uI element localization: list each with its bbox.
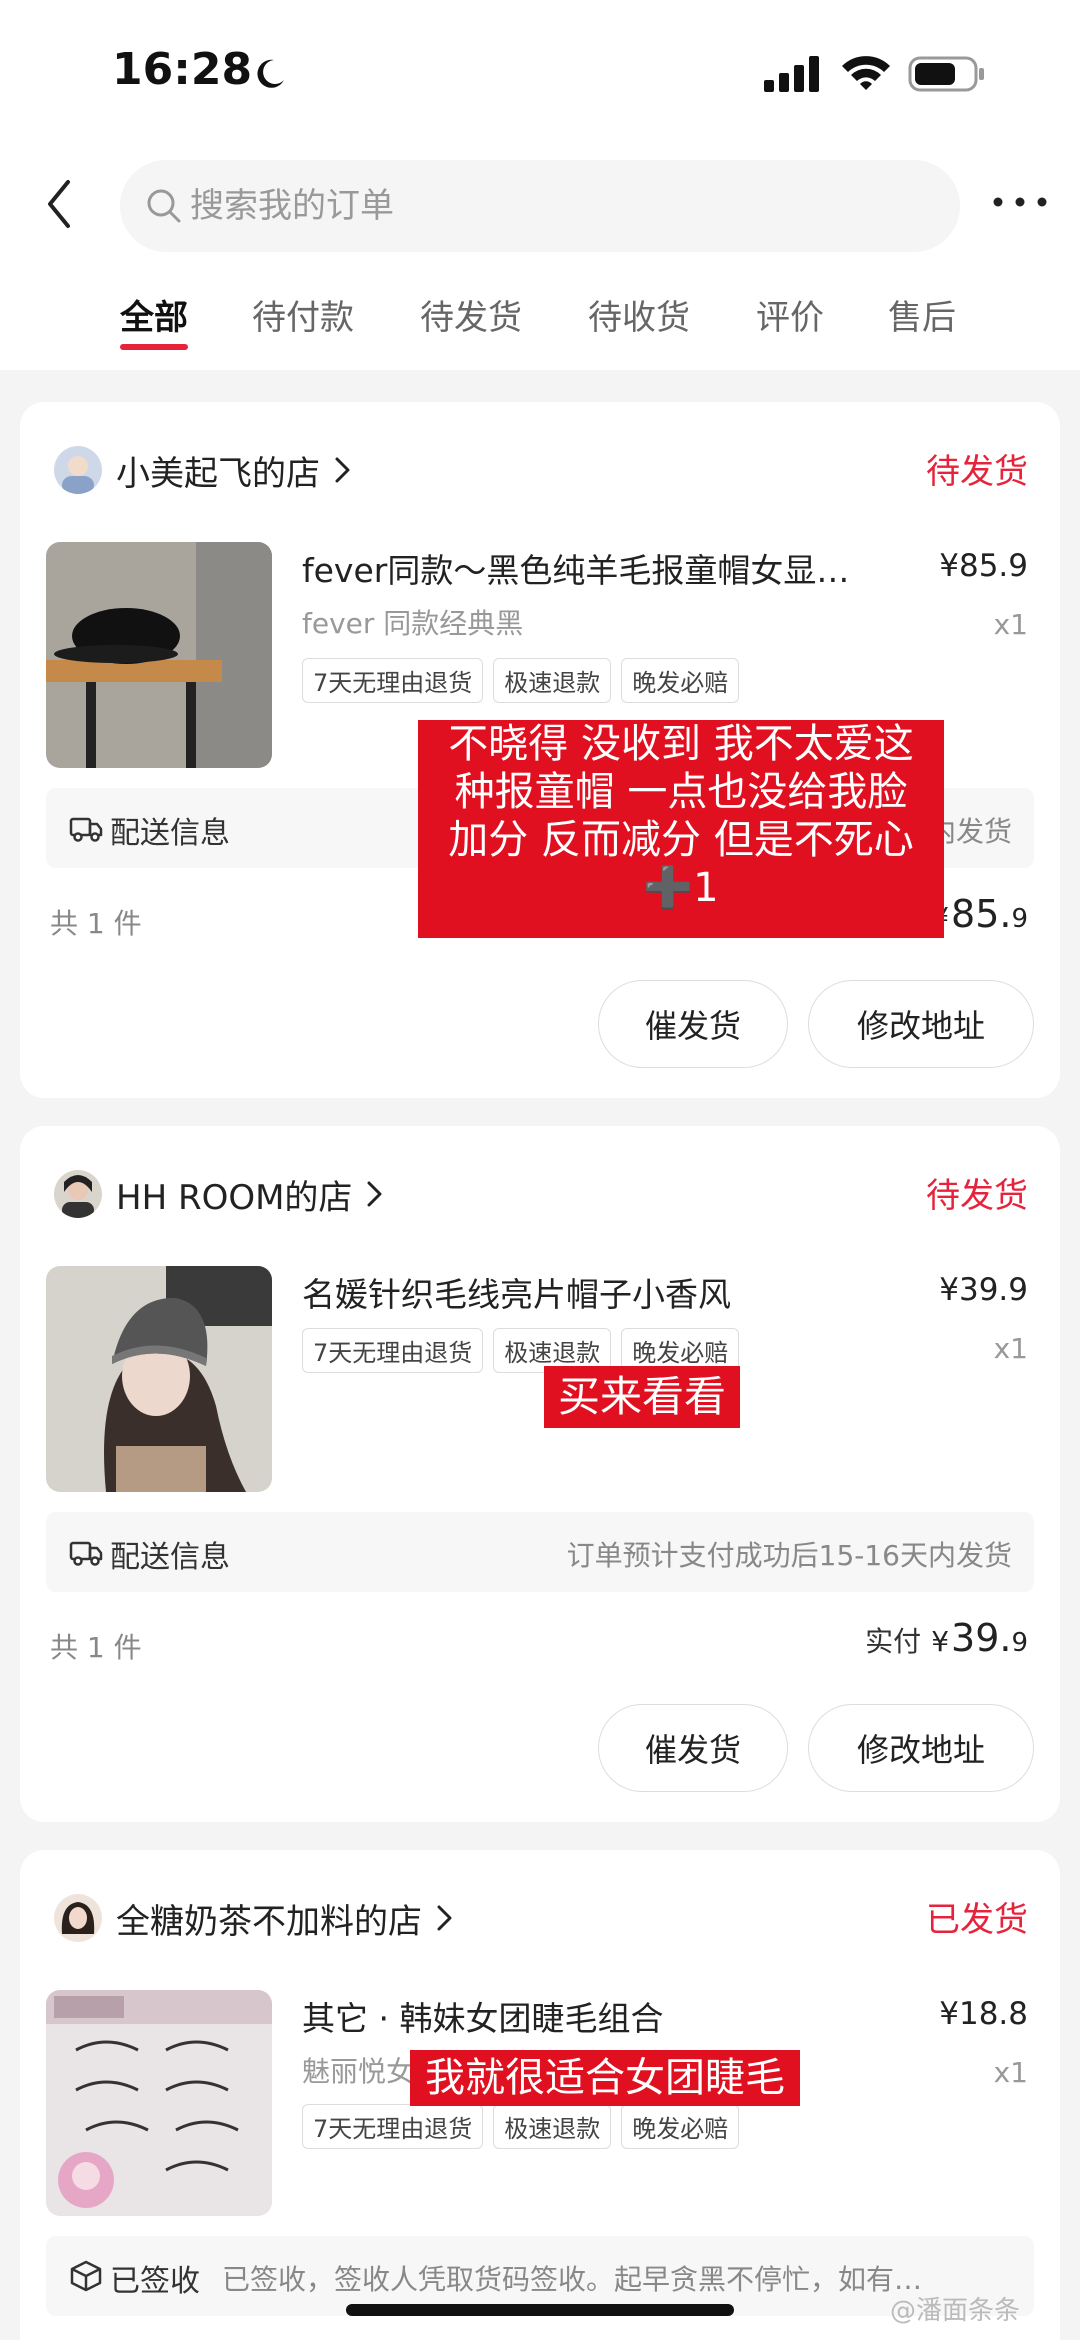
product-price: ¥85.9 xyxy=(939,548,1028,584)
product-quantity: x1 xyxy=(993,608,1028,641)
delivery-label: 配送信息 xyxy=(110,1540,230,1575)
caption-overlay: 不晓得 没收到 我不太爱这 种报童帽 一点也没给我脸 加分 反而减分 但是不死心… xyxy=(418,720,944,938)
caption-line: 买来看看 xyxy=(557,1372,726,1421)
caption-overlay: 买来看看 xyxy=(544,1366,740,1428)
product-image-knit-hat[interactable] xyxy=(46,1266,272,1492)
delivery-info[interactable]: 配送信息 订单预计支付成功后15-16天内发货 xyxy=(46,1512,1034,1592)
product-title[interactable]: 名媛针织毛线亮片帽子小香风 xyxy=(302,1268,922,1316)
tab-pending-receipt[interactable]: 待收货 xyxy=(588,290,690,339)
currency-symbol: ¥ xyxy=(931,1625,950,1658)
urge-shipment-button[interactable]: 催发货 xyxy=(598,980,788,1068)
paid-amount: 实付 ¥ 39. 9 xyxy=(865,1616,1028,1660)
delivery-label: 配送信息 xyxy=(110,816,230,851)
service-tag: 极速退款 xyxy=(493,2104,612,2149)
caption-line: 加分 反而减分 但是不死心 xyxy=(448,817,914,863)
service-tag: 7天无理由退货 xyxy=(302,1328,484,1373)
product-image-eyelashes[interactable] xyxy=(46,1990,272,2216)
order-status: 待发货 xyxy=(926,1176,1028,1216)
modify-address-button[interactable]: 修改地址 xyxy=(808,980,1034,1068)
service-tag: 7天无理由退货 xyxy=(302,2104,484,2149)
tab-pending-payment[interactable]: 待付款 xyxy=(252,290,354,339)
product-price: ¥39.9 xyxy=(939,1272,1028,1308)
product-spec: 魅丽悦女 xyxy=(302,2055,415,2088)
paid-amount: ¥ 85. 9 xyxy=(931,892,1028,936)
service-tag: 极速退款 xyxy=(493,658,612,703)
shop-avatar xyxy=(54,1170,102,1218)
truck-icon xyxy=(69,1541,103,1566)
urge-shipment-button[interactable]: 催发货 xyxy=(598,1704,788,1792)
service-tags: 7天无理由退货 极速退款 晚发必赔 xyxy=(302,658,749,703)
product-spec: fever 同款经典黑 xyxy=(302,607,524,640)
caption-line: 我就很适合女团睫毛 xyxy=(425,2055,785,2101)
shop-link[interactable]: HH ROOM的店 xyxy=(54,1164,386,1224)
shop-link[interactable]: 小美起飞的店 xyxy=(54,440,354,500)
item-count: 共 1 件 xyxy=(50,907,142,940)
modify-address-button[interactable]: 修改地址 xyxy=(808,1704,1034,1792)
search-bar[interactable] xyxy=(120,160,960,252)
status-time: 16:28 xyxy=(112,44,253,95)
delivery-label: 已签收 xyxy=(110,2264,200,2299)
battery-icon xyxy=(908,56,984,92)
product-quantity: x1 xyxy=(993,1332,1028,1365)
chevron-right-icon xyxy=(367,1181,382,1207)
order-status: 已发货 xyxy=(926,1900,1028,1940)
product-title[interactable]: 其它 · 韩妹女团睫毛组合 xyxy=(302,1992,922,2040)
search-input[interactable] xyxy=(190,160,930,252)
status-bar: 16:28 xyxy=(0,0,1080,150)
product-image-black-beret[interactable] xyxy=(46,542,272,768)
shop-name: 小美起飞的店 xyxy=(116,453,320,494)
delivery-text: 订单预计支付成功后15-16天内发货 xyxy=(566,1539,1012,1572)
chevron-right-icon xyxy=(335,457,350,483)
truck-icon xyxy=(69,817,103,842)
amount-decimal: 9 xyxy=(1011,1628,1028,1658)
amount-integer: 85. xyxy=(951,892,1012,936)
order-status: 待发货 xyxy=(926,452,1028,492)
shop-avatar xyxy=(54,446,102,494)
item-count: 共 1 件 xyxy=(50,1631,142,1664)
shop-avatar xyxy=(54,1894,102,1942)
moon-icon xyxy=(257,59,284,88)
shop-name: HH ROOM的店 xyxy=(116,1177,353,1218)
header: 全部 待付款 待发货 待收货 评价 售后 xyxy=(0,150,1080,370)
service-tag: 7天无理由退货 xyxy=(302,658,484,703)
order-tabs: 全部 待付款 待发货 待收货 评价 售后 xyxy=(0,280,1080,370)
shop-link[interactable]: 全糖奶茶不加料的店 xyxy=(54,1888,456,1948)
tab-pending-shipment[interactable]: 待发货 xyxy=(420,290,522,339)
amount-decimal: 9 xyxy=(1011,904,1028,934)
tab-all[interactable]: 全部 xyxy=(120,290,188,339)
caption-line: 种报童帽 一点也没给我脸 xyxy=(454,769,908,815)
more-icon[interactable] xyxy=(990,190,1050,214)
caption-line: ➕1 xyxy=(643,865,719,911)
product-price: ¥18.8 xyxy=(939,1996,1028,2032)
back-icon[interactable] xyxy=(38,174,86,234)
caption-overlay: 我就很适合女团睫毛 xyxy=(410,2050,800,2106)
caption-line: 不晓得 没收到 我不太爱这 xyxy=(448,721,914,767)
wifi-icon xyxy=(842,56,890,90)
amount-integer: 39. xyxy=(951,1616,1012,1660)
active-tab-indicator xyxy=(120,344,188,350)
chevron-right-icon xyxy=(437,1905,452,1931)
search-icon xyxy=(147,189,181,223)
package-icon xyxy=(70,2260,102,2292)
service-tags: 7天无理由退货 极速退款 晚发必赔 xyxy=(302,2104,749,2149)
product-quantity: x1 xyxy=(993,2056,1028,2089)
service-tag: 晚发必赔 xyxy=(621,2104,740,2149)
watermark: @潘面条条 xyxy=(890,2296,1021,2326)
home-indicator[interactable] xyxy=(346,2304,734,2316)
service-tag: 晚发必赔 xyxy=(621,658,740,703)
product-title[interactable]: fever同款～黑色纯羊毛报童帽女显… xyxy=(302,544,922,592)
order-card: HH ROOM的店 待发货 名媛针织毛线亮片帽子小香风 ¥39.9 x1 7天无… xyxy=(20,1126,1060,1822)
signal-icon xyxy=(764,56,819,92)
tab-after-sales[interactable]: 售后 xyxy=(888,290,956,339)
shop-name: 全糖奶茶不加料的店 xyxy=(116,1901,422,1942)
tab-review[interactable]: 评价 xyxy=(756,290,824,339)
paid-label: 实付 xyxy=(865,1625,922,1658)
